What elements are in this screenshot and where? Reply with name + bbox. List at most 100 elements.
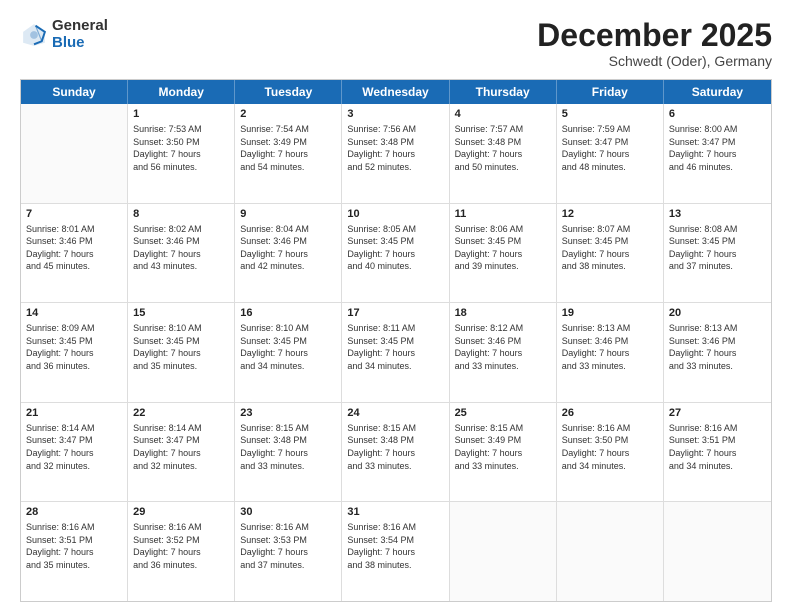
cell-line: Sunset: 3:46 PM [26,235,122,248]
day-cell-22: 22Sunrise: 8:14 AMSunset: 3:47 PMDayligh… [128,403,235,502]
location-subtitle: Schwedt (Oder), Germany [537,53,772,69]
cell-line: Daylight: 7 hours [133,447,229,460]
header: General Blue December 2025 Schwedt (Oder… [20,18,772,69]
day-cell-20: 20Sunrise: 8:13 AMSunset: 3:46 PMDayligh… [664,303,771,402]
cell-line: Sunset: 3:48 PM [347,136,443,149]
cell-line: Daylight: 7 hours [347,546,443,559]
day-number: 24 [347,406,443,421]
day-number: 15 [133,306,229,321]
day-cell-21: 21Sunrise: 8:14 AMSunset: 3:47 PMDayligh… [21,403,128,502]
cell-line: Sunset: 3:45 PM [347,235,443,248]
day-number: 5 [562,107,658,122]
day-cell-31: 31Sunrise: 8:16 AMSunset: 3:54 PMDayligh… [342,502,449,601]
cell-line: and 36 minutes. [26,360,122,373]
cell-line: Sunset: 3:45 PM [133,335,229,348]
day-number: 22 [133,406,229,421]
day-cell-10: 10Sunrise: 8:05 AMSunset: 3:45 PMDayligh… [342,204,449,303]
day-cell-5: 5Sunrise: 7:59 AMSunset: 3:47 PMDaylight… [557,104,664,203]
cell-line: Sunset: 3:46 PM [669,335,766,348]
page: General Blue December 2025 Schwedt (Oder… [0,0,792,612]
cell-line: and 35 minutes. [133,360,229,373]
day-number: 29 [133,505,229,520]
day-number: 1 [133,107,229,122]
cell-line: and 54 minutes. [240,161,336,174]
cell-line: and 33 minutes. [455,360,551,373]
cell-line: Sunrise: 8:04 AM [240,223,336,236]
cell-line: Sunrise: 8:02 AM [133,223,229,236]
day-number: 7 [26,207,122,222]
calendar-row-4: 21Sunrise: 8:14 AMSunset: 3:47 PMDayligh… [21,403,771,503]
day-number: 10 [347,207,443,222]
cell-line: Sunset: 3:52 PM [133,534,229,547]
empty-cell [557,502,664,601]
day-cell-25: 25Sunrise: 8:15 AMSunset: 3:49 PMDayligh… [450,403,557,502]
cell-line: Sunset: 3:46 PM [562,335,658,348]
cell-line: Sunset: 3:53 PM [240,534,336,547]
cell-line: and 39 minutes. [455,260,551,273]
day-cell-9: 9Sunrise: 8:04 AMSunset: 3:46 PMDaylight… [235,204,342,303]
day-cell-30: 30Sunrise: 8:16 AMSunset: 3:53 PMDayligh… [235,502,342,601]
cell-line: Sunset: 3:47 PM [669,136,766,149]
empty-cell [664,502,771,601]
cell-line: Daylight: 7 hours [562,347,658,360]
cell-line: Sunset: 3:47 PM [133,434,229,447]
cell-line: Daylight: 7 hours [133,546,229,559]
logo-blue: Blue [52,35,108,52]
day-number: 31 [347,505,443,520]
day-header-friday: Friday [557,80,664,104]
cell-line: Sunrise: 8:15 AM [455,422,551,435]
cell-line: Daylight: 7 hours [133,148,229,161]
cell-line: Sunrise: 7:57 AM [455,123,551,136]
cell-line: Sunrise: 8:06 AM [455,223,551,236]
day-number: 17 [347,306,443,321]
day-number: 11 [455,207,551,222]
cell-line: Sunrise: 8:12 AM [455,322,551,335]
day-number: 12 [562,207,658,222]
cell-line: Sunset: 3:50 PM [562,434,658,447]
cell-line: Daylight: 7 hours [455,447,551,460]
cell-line: Daylight: 7 hours [562,447,658,460]
day-cell-26: 26Sunrise: 8:16 AMSunset: 3:50 PMDayligh… [557,403,664,502]
day-number: 18 [455,306,551,321]
day-cell-29: 29Sunrise: 8:16 AMSunset: 3:52 PMDayligh… [128,502,235,601]
day-cell-2: 2Sunrise: 7:54 AMSunset: 3:49 PMDaylight… [235,104,342,203]
cell-line: Daylight: 7 hours [347,248,443,261]
day-number: 21 [26,406,122,421]
cell-line: Daylight: 7 hours [669,248,766,261]
cell-line: and 34 minutes. [347,360,443,373]
calendar-header: SundayMondayTuesdayWednesdayThursdayFrid… [21,80,771,104]
cell-line: and 50 minutes. [455,161,551,174]
cell-line: Sunset: 3:45 PM [26,335,122,348]
day-cell-1: 1Sunrise: 7:53 AMSunset: 3:50 PMDaylight… [128,104,235,203]
calendar-row-3: 14Sunrise: 8:09 AMSunset: 3:45 PMDayligh… [21,303,771,403]
logo: General Blue [20,18,108,51]
cell-line: Daylight: 7 hours [240,447,336,460]
cell-line: Sunrise: 8:01 AM [26,223,122,236]
cell-line: Sunrise: 8:00 AM [669,123,766,136]
cell-line: Sunrise: 8:16 AM [669,422,766,435]
day-number: 16 [240,306,336,321]
empty-cell [21,104,128,203]
day-cell-15: 15Sunrise: 8:10 AMSunset: 3:45 PMDayligh… [128,303,235,402]
logo-icon [20,21,48,49]
cell-line: Sunrise: 8:11 AM [347,322,443,335]
day-cell-19: 19Sunrise: 8:13 AMSunset: 3:46 PMDayligh… [557,303,664,402]
cell-line: Daylight: 7 hours [455,148,551,161]
calendar-row-5: 28Sunrise: 8:16 AMSunset: 3:51 PMDayligh… [21,502,771,601]
day-number: 23 [240,406,336,421]
cell-line: Sunset: 3:46 PM [455,335,551,348]
cell-line: Sunset: 3:51 PM [26,534,122,547]
cell-line: and 40 minutes. [347,260,443,273]
cell-line: and 32 minutes. [133,460,229,473]
cell-line: Sunrise: 8:16 AM [562,422,658,435]
cell-line: and 34 minutes. [562,460,658,473]
day-cell-7: 7Sunrise: 8:01 AMSunset: 3:46 PMDaylight… [21,204,128,303]
day-cell-3: 3Sunrise: 7:56 AMSunset: 3:48 PMDaylight… [342,104,449,203]
cell-line: Sunset: 3:54 PM [347,534,443,547]
cell-line: Sunrise: 8:16 AM [133,521,229,534]
day-number: 27 [669,406,766,421]
day-cell-6: 6Sunrise: 8:00 AMSunset: 3:47 PMDaylight… [664,104,771,203]
cell-line: and 34 minutes. [240,360,336,373]
cell-line: and 46 minutes. [669,161,766,174]
cell-line: Sunrise: 8:10 AM [133,322,229,335]
